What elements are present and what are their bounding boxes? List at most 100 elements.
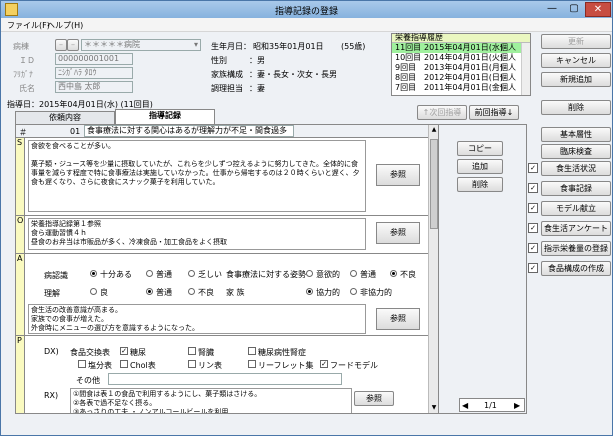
update-button[interactable]: 更新 bbox=[541, 34, 611, 49]
a-ref-button[interactable]: 参照 bbox=[376, 308, 420, 330]
model-menu-check[interactable]: ✓ bbox=[528, 203, 538, 213]
menu-help[interactable]: ヘルプ(H) bbox=[47, 20, 83, 31]
dx-checkbox[interactable]: ✓ bbox=[320, 360, 328, 368]
questionnaire-button[interactable]: 食生活アンケート bbox=[541, 221, 611, 236]
dx-checkbox[interactable] bbox=[188, 347, 196, 355]
history-row[interactable]: 11回目 2015年04月01日(水) 個人 bbox=[392, 43, 530, 53]
pager-last-icon[interactable]: ▶ bbox=[514, 401, 520, 410]
rx-ref-button[interactable]: 参照 bbox=[354, 391, 394, 406]
instruction-check[interactable]: ✓ bbox=[528, 243, 538, 253]
s-ref-button[interactable]: 参照 bbox=[376, 164, 420, 186]
family-label: 家族構成 bbox=[211, 70, 243, 79]
history-date: 2012年04月01日(日) bbox=[424, 73, 503, 82]
dx-label: DX) bbox=[44, 347, 59, 356]
clinical-button[interactable]: 臨床検査 bbox=[541, 144, 611, 159]
history-row[interactable]: 9回目 2013年04月01日(月) 個人 bbox=[392, 63, 530, 73]
name-field[interactable]: 西中島 太郎 bbox=[55, 81, 133, 93]
family-radio[interactable] bbox=[306, 288, 313, 295]
history-date: 2013年04月01日(月) bbox=[424, 63, 503, 72]
understanding-radio[interactable] bbox=[90, 288, 97, 295]
maximize-button[interactable]: ▢ bbox=[563, 2, 585, 17]
meal-record-button[interactable]: 食事記録 bbox=[541, 181, 611, 196]
cognition-radio[interactable] bbox=[188, 270, 195, 277]
dx-checkbox[interactable] bbox=[248, 360, 256, 368]
pager-first-icon[interactable]: ◀ bbox=[462, 401, 468, 410]
prev-guidance-button[interactable]: ↑次回指導 bbox=[417, 105, 467, 120]
delete-record-button[interactable]: 削除 bbox=[541, 100, 611, 115]
minimize-button[interactable]: — bbox=[541, 2, 563, 17]
composition-button[interactable]: 食品構成の作成 bbox=[541, 261, 611, 276]
section-a-label: A bbox=[16, 254, 25, 335]
age-value: (55歳) bbox=[341, 42, 366, 51]
history-num: 8回目 bbox=[395, 73, 417, 82]
attitude-label: 食事療法に対する姿勢 bbox=[226, 270, 306, 279]
model-menu-button[interactable]: モデル献立 bbox=[541, 201, 611, 216]
kana-field[interactable]: ﾆｼｶﾞﾊﾗ ﾀﾛｳ bbox=[55, 67, 133, 79]
next-guidance-button[interactable]: 前回指導↓ bbox=[469, 105, 519, 120]
attitude-opt: 意欲的 bbox=[316, 270, 340, 279]
attitude-radio[interactable] bbox=[306, 270, 313, 277]
new-button[interactable]: 新規追加 bbox=[541, 72, 611, 87]
instruction-button[interactable]: 指示栄養量の登録 bbox=[541, 241, 611, 256]
add-button[interactable]: 追加 bbox=[457, 159, 503, 174]
understanding-opt: 普通 bbox=[156, 288, 172, 297]
basic-attr-button[interactable]: 基本層性 bbox=[541, 127, 611, 142]
s-text[interactable]: 食欲を食べることが多い。 菓子類・ジュース等を少量に摂取していたが、これらを少し… bbox=[28, 140, 366, 212]
a-text[interactable]: 食生活の改善意識が高まる。 家族での食事が増えた。 外食時にメニューの選び方を意… bbox=[28, 304, 366, 334]
meal-record-check[interactable]: ✓ bbox=[528, 183, 538, 193]
dx-checkbox[interactable] bbox=[188, 360, 196, 368]
pager: ◀ 1/1 ▶ bbox=[459, 398, 525, 412]
cognition-opt: 十分ある bbox=[100, 270, 132, 279]
o-ref-button[interactable]: 参照 bbox=[376, 222, 420, 244]
understanding-label: 理解 bbox=[44, 289, 60, 298]
record-scrollbar[interactable]: ▲ ▼ bbox=[428, 125, 438, 413]
dx-checkbox[interactable] bbox=[120, 360, 128, 368]
understanding-radio[interactable] bbox=[146, 288, 153, 295]
rx-text[interactable]: ①間食は表１の食品で利用するようにし、菓子類はさける。 ②各表で過不足なく摂る。… bbox=[70, 388, 352, 413]
ward-value: ＊＊＊＊＊病院 bbox=[84, 40, 140, 49]
history-row[interactable]: 8回目 2012年04月01日(日) 個人 bbox=[392, 73, 530, 83]
other-field[interactable] bbox=[108, 373, 342, 385]
history-list[interactable]: 栄養指導履歴 11回目 2015年04月01日(水) 個人 10回目 2014年… bbox=[391, 33, 531, 96]
cancel-button[interactable]: キャンセル bbox=[541, 53, 611, 68]
id-label: ＩＤ bbox=[19, 56, 35, 65]
attitude-radio[interactable] bbox=[350, 270, 357, 277]
understanding-radio[interactable] bbox=[188, 288, 195, 295]
family-value: ：妻・長女・次女・長男 bbox=[249, 70, 337, 79]
scroll-up-icon[interactable]: ▲ bbox=[429, 125, 438, 135]
copy-button[interactable]: コピー bbox=[457, 141, 503, 156]
family-radio[interactable] bbox=[350, 288, 357, 295]
id-field[interactable]: 000000001001 bbox=[55, 53, 133, 65]
dx-opt: 塩分表 bbox=[88, 361, 112, 370]
composition-check[interactable]: ✓ bbox=[528, 263, 538, 273]
scroll-down-icon[interactable]: ▼ bbox=[429, 403, 438, 413]
close-button[interactable]: ✕ bbox=[585, 2, 611, 17]
dx-opt: フードモデル bbox=[330, 361, 378, 370]
ward-select[interactable]: ＊＊＊＊＊病院 ▾ bbox=[81, 39, 201, 51]
history-row[interactable]: 7回目 2011年04月01日(金) 個人 bbox=[392, 83, 530, 93]
history-title: 栄養指導履歴 bbox=[392, 34, 530, 43]
ward-next-button[interactable]: – bbox=[67, 39, 79, 51]
cognition-radio[interactable] bbox=[90, 270, 97, 277]
history-type: 個人 bbox=[500, 73, 516, 82]
history-scrollbar[interactable] bbox=[521, 43, 530, 95]
ward-prev-button[interactable]: – bbox=[55, 39, 67, 51]
cognition-radio[interactable] bbox=[146, 270, 153, 277]
section-o: O 栄養指導記録第１参照 食ら運動習慣４ｈ 昼食のお弁当は市販品が多く、冷凍食品… bbox=[16, 216, 428, 254]
dx-checkbox[interactable] bbox=[78, 360, 86, 368]
topic-field[interactable]: 食事療法に対する関心はあるが理解力が不足・間食過多 bbox=[84, 125, 294, 137]
cognition-label: 病認識 bbox=[44, 271, 68, 280]
dx-checkbox[interactable]: ✓ bbox=[120, 347, 128, 355]
scroll-thumb[interactable] bbox=[430, 139, 438, 229]
remove-button[interactable]: 削除 bbox=[457, 177, 503, 192]
o-text[interactable]: 栄養指導記録第１参照 食ら運動習慣４ｈ 昼食のお弁当は市販品が多く、冷凍食品・加… bbox=[28, 218, 366, 250]
attitude-radio[interactable] bbox=[390, 270, 397, 277]
questionnaire-check[interactable]: ✓ bbox=[528, 223, 538, 233]
menu-file[interactable]: ファイル(F) bbox=[7, 20, 50, 31]
diet-status-button[interactable]: 食生活状況 bbox=[541, 161, 611, 176]
tab-request[interactable]: 依頼内容 bbox=[15, 111, 115, 124]
dx-checkbox[interactable] bbox=[248, 347, 256, 355]
tab-record[interactable]: 指導記録 bbox=[115, 109, 215, 124]
diet-status-check[interactable]: ✓ bbox=[528, 163, 538, 173]
history-row[interactable]: 10回目 2014年04月01日(火) 個人 bbox=[392, 53, 530, 63]
